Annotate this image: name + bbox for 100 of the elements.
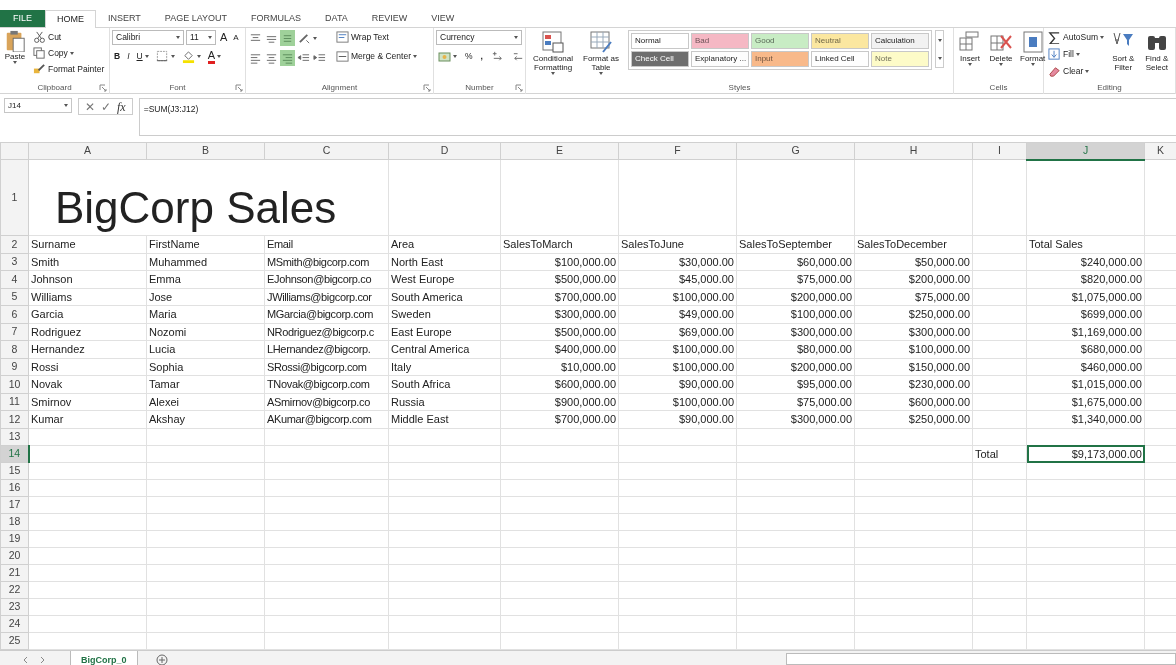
grow-font-button[interactable]: A (218, 30, 230, 45)
ribbon-tab[interactable]: PAGE LAYOUT (152, 10, 240, 27)
column-header[interactable]: K (1144, 142, 1176, 160)
column-header[interactable]: A (28, 142, 147, 160)
cell-style[interactable]: Note (871, 51, 929, 67)
group-label: Editing (1097, 81, 1122, 94)
column-header[interactable]: B (146, 142, 265, 160)
table-cell: $90,000.00 (618, 375, 737, 394)
eraser-icon (1048, 65, 1061, 78)
table-cell: $200,000.00 (854, 270, 973, 289)
find-select-button[interactable]: Find & Select (1140, 30, 1173, 73)
dialog-launcher-icon[interactable] (515, 84, 523, 92)
row-header[interactable]: 1 (0, 159, 29, 236)
accounting-format-button[interactable] (436, 49, 459, 64)
total-cell[interactable]: $9,173,000.00 (1026, 445, 1145, 463)
clear-button[interactable]: Clear (1046, 64, 1106, 79)
table-cell: Nozomi (146, 323, 265, 341)
cell-style[interactable]: Explanatory ... (691, 51, 749, 67)
font-size-field[interactable]: 11 (186, 30, 216, 45)
table-cell: $699,000.00 (1026, 305, 1145, 324)
conditional-formatting-button[interactable]: Conditional Formatting (528, 30, 578, 76)
column-heading: Surname (28, 235, 147, 254)
dialog-launcher-icon[interactable] (423, 84, 431, 92)
decimal-icon (511, 50, 525, 63)
table-cell: $49,000.00 (618, 305, 737, 324)
cut-button[interactable]: Cut (31, 30, 107, 45)
format-button[interactable]: Format (1018, 30, 1048, 67)
sort-filter-button[interactable]: Sort & Filter (1108, 30, 1138, 73)
align-lines-icon (281, 51, 294, 65)
name-box[interactable]: J14 (4, 98, 72, 113)
cell-style[interactable]: Calculation (871, 33, 929, 49)
ribbon-tab[interactable]: VIEW (419, 10, 467, 27)
ribbon-tab[interactable]: DATA (313, 10, 360, 27)
sheet-tab[interactable]: BigCorp_0 (70, 651, 138, 665)
cell-style[interactable]: Neutral (811, 33, 869, 49)
horizontal-scrollbar[interactable] (786, 653, 1176, 665)
underline-button[interactable]: U (134, 49, 151, 64)
copy-button[interactable]: Copy (31, 46, 107, 61)
scroll-left-icon[interactable] (22, 656, 29, 665)
autosum-button[interactable]: AutoSum (1046, 30, 1106, 45)
cancel-button[interactable]: ✕ (85, 100, 95, 113)
wrap-text-button[interactable]: Wrap Text (334, 30, 419, 45)
shrink-font-button[interactable]: A (231, 30, 241, 45)
insert-button[interactable]: Insert (956, 30, 984, 67)
bold-button[interactable]: B (112, 49, 123, 64)
ribbon-tab[interactable]: INSERT (96, 10, 153, 27)
dialog-launcher-icon[interactable] (235, 84, 243, 92)
ribbon-tab[interactable]: FILE (0, 10, 45, 27)
cell-style[interactable]: Input (751, 51, 809, 67)
ribbon-tab[interactable]: REVIEW (359, 10, 420, 27)
number-format-field[interactable]: Currency (436, 30, 522, 45)
cell-style[interactable]: Bad (691, 33, 749, 49)
column-heading: Email (264, 235, 389, 254)
table-cell: Muhammed (146, 253, 265, 271)
table-cell: $200,000.00 (736, 288, 855, 306)
delete-button[interactable]: Delete (987, 30, 1015, 67)
horizontal-align-button[interactable] (280, 50, 295, 66)
table-cell: Central America (388, 340, 501, 359)
enter-button[interactable]: ✓ (101, 100, 111, 113)
percent-button[interactable]: % (463, 49, 475, 64)
table-cell: $820,000.00 (1026, 270, 1145, 289)
column-header[interactable]: D (388, 142, 501, 160)
ribbon-tab[interactable]: HOME (45, 10, 96, 28)
merge-center-button[interactable]: Merge & Center (334, 49, 419, 64)
table-cell: $700,000.00 (500, 288, 619, 306)
column-header[interactable]: E (500, 142, 619, 160)
vertical-align-button[interactable] (280, 30, 295, 46)
cell-style[interactable]: Linked Cell (811, 51, 869, 67)
table-cell: Johnson (28, 270, 147, 289)
column-header[interactable]: J (1026, 142, 1145, 160)
format-as-table-button[interactable]: Format as Table (581, 30, 621, 76)
format-painter-button[interactable]: Format Painter (31, 62, 107, 77)
fill-button[interactable]: Fill (1046, 47, 1106, 62)
formula-field[interactable]: =SUM(J3:J12) (138, 98, 1176, 136)
ribbon-tab[interactable]: FORMULAS (239, 10, 314, 27)
table-cell: $300,000.00 (854, 323, 973, 341)
column-header[interactable]: H (854, 142, 973, 160)
column-header[interactable]: I (972, 142, 1027, 160)
comma-button[interactable]: , (478, 49, 485, 64)
add-sheet-icon[interactable] (155, 654, 168, 665)
font-name-field[interactable]: Calibri (112, 30, 184, 45)
table-cell: $10,000.00 (500, 358, 619, 376)
column-header[interactable]: C (264, 142, 389, 160)
insert-function-button[interactable]: fx (117, 100, 126, 113)
table-cell: $75,000.00 (736, 393, 855, 411)
gallery-scrollbar[interactable] (935, 30, 944, 68)
column-header[interactable]: G (736, 142, 855, 160)
cell-style[interactable]: Normal (631, 33, 689, 49)
column-heading: SalesToJune (618, 235, 737, 254)
dialog-launcher-icon[interactable] (99, 84, 107, 92)
cell-style[interactable]: Check Cell (631, 51, 689, 67)
scroll-right-icon[interactable] (39, 656, 46, 665)
cell-style[interactable]: Good (751, 33, 809, 49)
paste-button[interactable]: Paste (2, 30, 28, 65)
table-cell: $240,000.00 (1026, 253, 1145, 271)
table-cell: $75,000.00 (736, 270, 855, 289)
table-cell: $1,340,000.00 (1026, 410, 1145, 429)
column-header[interactable]: F (618, 142, 737, 160)
font-color-button[interactable]: A (205, 49, 223, 64)
italic-button[interactable]: I (125, 49, 132, 64)
